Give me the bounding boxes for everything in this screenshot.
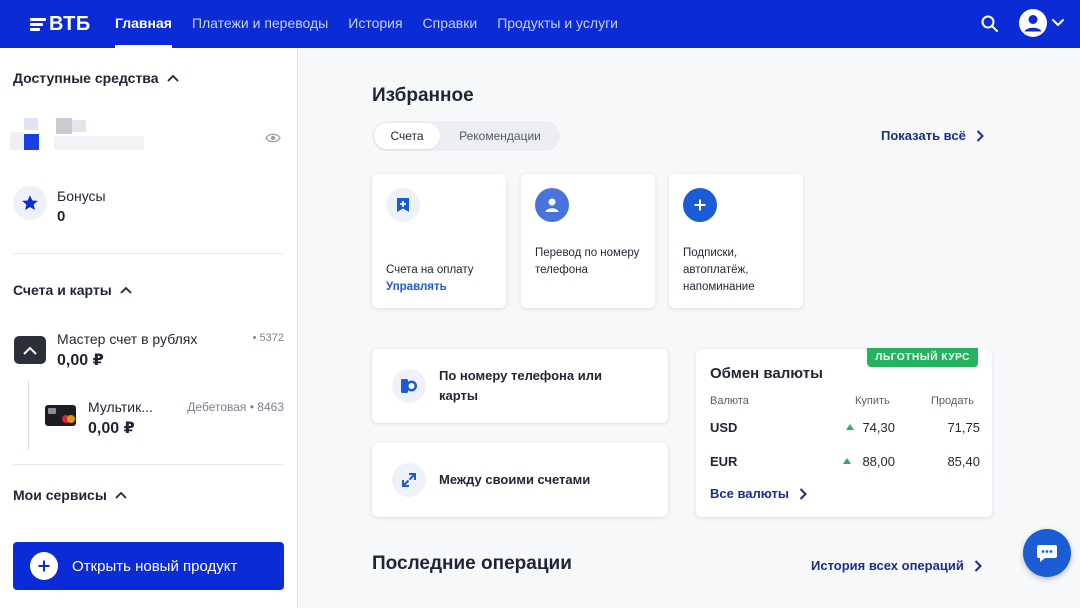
fx-title: Обмен валюты [710,365,823,382]
plus-icon [30,552,58,580]
available-funds-label: Доступные средства [13,70,159,86]
tile-label: Счета на оплату [386,264,474,276]
open-new-product-label: Открыть новый продукт [72,557,238,575]
chevron-up-icon [115,491,127,499]
divider [13,253,283,254]
fx-sell: 85,40 [947,454,980,469]
bonus-value: 0 [57,208,66,225]
page-title: Избранное [372,85,474,106]
logo-stripes-icon [30,17,46,31]
nav-history[interactable]: История [338,0,412,48]
fx-buy: 74,30 [862,420,895,435]
fx-currency: EUR [710,454,738,469]
chevron-right-icon [974,559,982,572]
all-currencies-label: Все валюты [710,486,790,501]
account-collapse-icon[interactable] [14,336,46,364]
card-balance: 0,00 ₽ [88,420,135,437]
vtb-logo[interactable]: ВТБ [30,12,91,36]
fx-col-currency: Валюта [710,395,749,407]
account-name[interactable]: Мастер счет в рублях [57,331,197,347]
plus-icon [683,188,717,222]
nav-products[interactable]: Продукты и услуги [487,0,628,48]
manage-link[interactable]: Управлять [386,279,502,296]
person-icon [535,188,569,222]
fx-col-sell: Продать [931,395,974,407]
transfer-by-phone-label: По номеру телефона или карты [439,368,602,403]
account-number: • 5372 [252,332,284,344]
transfer-by-phone-card[interactable]: По номеру телефона или карты [372,349,668,423]
chat-icon[interactable] [1023,529,1071,577]
chevron-up-icon [166,74,179,82]
bonus-label[interactable]: Бонусы [57,188,106,204]
favorites-tabs: Счета Рекомендации [372,121,560,151]
accounts-cards-title[interactable]: Счета и карты [13,282,132,298]
favorite-tile-subscriptions[interactable]: Подписки, автоплатёж, напоминание [669,174,803,308]
search-icon[interactable] [980,14,1000,34]
tree-line [28,380,29,450]
fx-col-buy: Купить [855,395,890,407]
show-all-link[interactable]: Показать всё [881,128,984,143]
all-operations-history-link[interactable]: История всех операций [811,558,982,573]
top-bar: ВТБ Главная Платежи и переводы История С… [0,0,1080,48]
chevron-right-icon [799,487,807,500]
show-all-label: Показать всё [881,128,966,143]
card-icon [45,405,76,426]
fx-sell: 71,75 [947,420,980,435]
tile-label: Подписки, автоплатёж, напоминание [683,247,755,293]
tab-accounts[interactable]: Счета [374,123,440,149]
favorite-tile-phone-transfer[interactable]: Перевод по номеру телефона [521,174,655,308]
star-icon [13,186,47,220]
account-balance: 0,00 ₽ [57,352,104,369]
user-avatar-icon[interactable] [1019,9,1047,37]
logo-text: ВТБ [49,12,91,35]
open-new-product-button[interactable]: Открыть новый продукт [13,542,284,590]
eye-icon[interactable] [265,132,281,144]
my-services-title[interactable]: Мои сервисы [13,487,127,503]
tile-label: Перевод по номеру телефона [535,247,640,276]
available-funds-title[interactable]: Доступные средства [13,70,179,86]
fx-buy: 88,00 [862,454,895,469]
transfer-between-accounts-label: Между своими счетами [439,472,591,487]
nav-payments[interactable]: Платежи и переводы [182,0,338,48]
preferential-rate-badge: ЛЬГОТНЫЙ КУРС [867,348,978,367]
fx-currency: USD [710,420,738,435]
sidebar: Доступные средства Бонусы 0 Счета и карт… [0,48,298,608]
tab-recommendations[interactable]: Рекомендации [442,123,558,149]
currency-exchange-card: ЛЬГОТНЫЙ КУРС Обмен валюты Валюта Купить… [696,348,992,517]
all-operations-history-label: История всех операций [811,558,964,573]
invoice-icon [386,188,420,222]
arrows-exchange-icon [392,463,426,497]
main-content: Избранное Счета Рекомендации Показать вс… [299,48,1080,608]
card-type: Дебетовая • 8463 [187,400,284,414]
chevron-down-icon[interactable] [1050,16,1066,30]
recent-operations-title: Последние операции [372,553,572,574]
accounts-cards-label: Счета и карты [13,282,112,298]
all-currencies-link[interactable]: Все валюты [710,486,807,501]
chevron-up-icon [120,286,132,294]
transfer-between-accounts-card[interactable]: Между своими счетами [372,443,668,517]
hidden-balance [10,118,150,158]
favorite-tile-invoices[interactable]: Счета на оплату Управлять [372,174,506,308]
nav-home[interactable]: Главная [105,0,182,48]
my-services-label: Мои сервисы [13,487,107,503]
phone-transfer-icon [392,369,426,403]
nav-statements[interactable]: Справки [413,0,488,48]
chevron-right-icon [976,129,984,142]
main-nav: Главная Платежи и переводы История Справ… [105,0,628,48]
card-name[interactable]: Мультик... [88,399,153,415]
divider [13,464,283,465]
